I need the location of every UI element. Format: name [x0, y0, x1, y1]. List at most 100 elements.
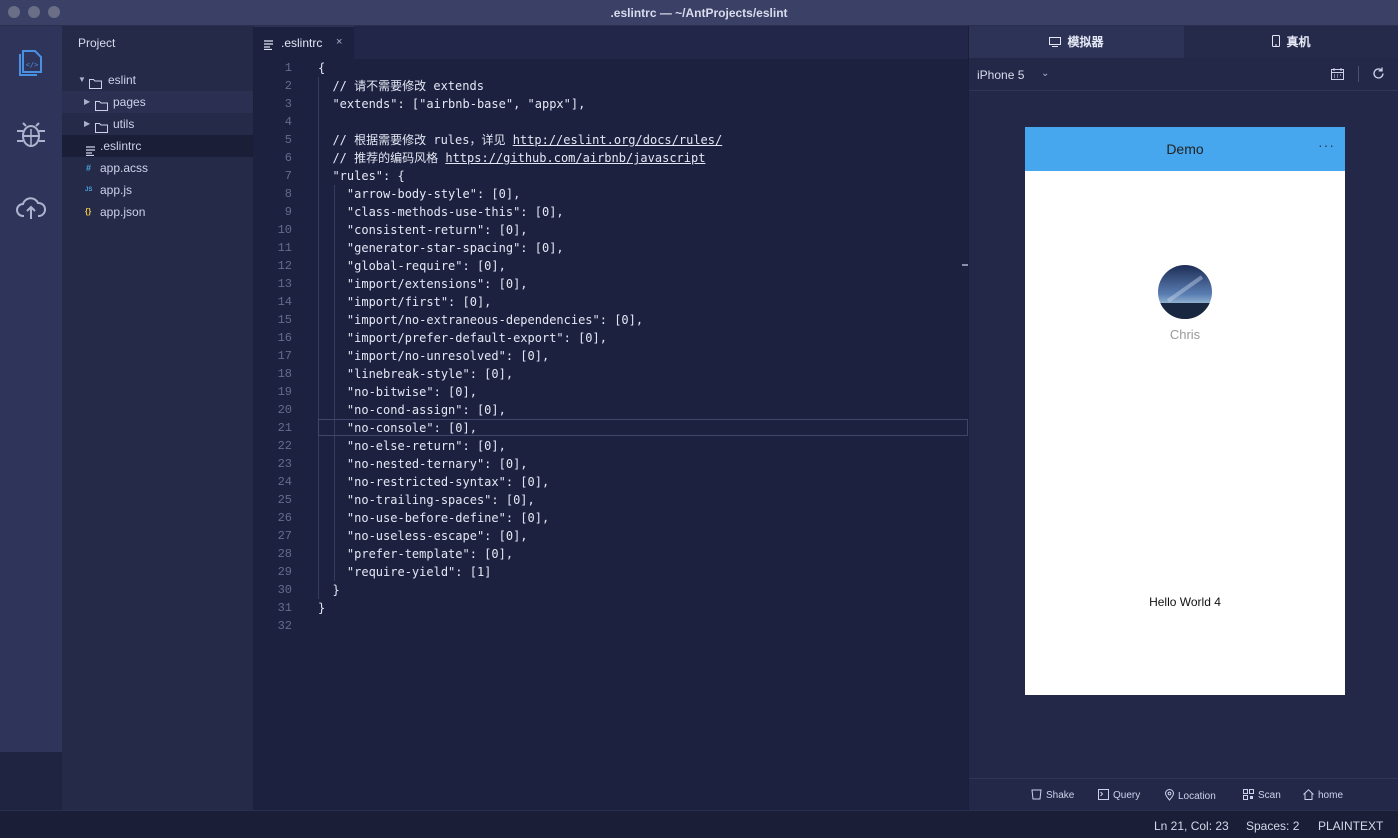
code-line: "consistent-return": [0], — [318, 223, 528, 237]
language-mode[interactable]: PLAINTEXT — [1318, 819, 1383, 833]
toolbar-divider — [1358, 66, 1359, 82]
line-number: 16 — [277, 331, 292, 345]
code-line: "no-cond-assign": [0], — [318, 403, 506, 417]
line-number: 19 — [277, 385, 292, 399]
scan-button[interactable]: Scan — [1243, 789, 1281, 801]
tab-eslintrc[interactable]: .eslintrc × — [254, 26, 354, 59]
line-number: 5 — [284, 133, 292, 147]
indentation-setting[interactable]: Spaces: 2 — [1246, 819, 1299, 833]
line-number: 15 — [277, 313, 292, 327]
more-icon[interactable]: ··· — [1318, 137, 1335, 153]
line-number: 32 — [277, 619, 292, 633]
code-line: "import/no-extraneous-dependencies": [0]… — [318, 313, 644, 327]
chevron-right-icon: ▶ — [84, 97, 91, 106]
line-number: 14 — [277, 295, 292, 309]
phone-nav-bar: Demo ··· — [1025, 127, 1345, 171]
line-number: 27 — [277, 529, 292, 543]
code-line: "prefer-template": [0], — [318, 547, 514, 561]
tree-folder-pages[interactable]: ▶ pages — [62, 91, 253, 113]
chevron-down-icon[interactable]: ⌄ — [1041, 68, 1049, 79]
code-line: "no-restricted-syntax": [0], — [318, 475, 550, 489]
cursor-position[interactable]: Ln 21, Col: 23 — [1154, 819, 1229, 833]
line-number: 26 — [277, 511, 292, 525]
code-line: "global-require": [0], — [318, 259, 506, 273]
calendar-icon[interactable] — [1331, 68, 1344, 83]
code-line: "no-else-return": [0], — [318, 439, 506, 453]
location-icon — [1164, 789, 1175, 801]
refresh-icon[interactable] — [1372, 67, 1385, 83]
line-number: 18 — [277, 367, 292, 381]
code-line: "class-methods-use-this": [0], — [318, 205, 564, 219]
activity-bar: </> — [0, 26, 62, 752]
code-line: "no-useless-escape": [0], — [318, 529, 528, 543]
simulator-toolbar: iPhone 5 ⌄ — [969, 58, 1398, 91]
cloud-upload-icon[interactable] — [15, 192, 47, 224]
line-number: 30 — [277, 583, 292, 597]
nav-title: Demo — [1166, 141, 1204, 157]
line-number: 9 — [284, 205, 292, 219]
code-link[interactable]: http://eslint.org/docs/rules/ — [513, 133, 723, 147]
line-number: 24 — [277, 475, 292, 489]
tree-file-app-js[interactable]: JS app.js — [62, 179, 253, 201]
line-number: 17 — [277, 349, 292, 363]
line-number: 31 — [277, 601, 292, 615]
home-button[interactable]: home — [1303, 789, 1343, 801]
simulator-actions: Shake Query Location Scan home — [969, 778, 1398, 810]
line-number: 11 — [277, 241, 292, 255]
location-button[interactable]: Location — [1164, 789, 1216, 802]
tree-folder-utils[interactable]: ▶ utils — [62, 113, 253, 135]
line-number: 1 — [284, 61, 292, 75]
code-files-icon[interactable]: </> — [15, 46, 47, 78]
tab-simulator[interactable]: 模拟器 — [969, 26, 1184, 58]
code-line: "arrow-body-style": [0], — [318, 187, 521, 201]
phone-screen[interactable]: Demo ··· Chris Hello World 4 — [1025, 127, 1345, 695]
code-line: "rules": { — [318, 169, 405, 183]
line-number: 7 — [284, 169, 292, 183]
simulator-panel: 模拟器 真机 iPhone 5 ⌄ Demo ··· Chris Hello W… — [968, 26, 1398, 810]
code-line: "extends": ["airbnb-base", "appx"], — [318, 97, 586, 111]
chevron-down-icon: ▼ — [78, 75, 86, 84]
monitor-icon — [1049, 37, 1062, 47]
code-line: } — [318, 583, 340, 597]
close-icon[interactable]: × — [336, 36, 342, 48]
tree-folder-eslint[interactable]: ▼ eslint — [62, 69, 253, 91]
shake-button[interactable]: Shake — [1031, 789, 1074, 801]
window-title: .eslintrc — ~/AntProjects/eslint — [610, 6, 788, 20]
home-icon — [1303, 789, 1314, 800]
code-line: "import/extensions": [0], — [318, 277, 528, 291]
qr-scan-icon — [1243, 789, 1254, 800]
line-number: 4 — [284, 115, 292, 129]
code-line: "no-use-before-define": [0], — [318, 511, 550, 525]
query-button[interactable]: Query — [1098, 789, 1140, 801]
code-line: "require-yield": [1] — [318, 565, 492, 579]
device-select[interactable]: iPhone 5 — [977, 68, 1024, 82]
avatar[interactable] — [1158, 265, 1212, 319]
code-line: "generator-star-spacing": [0], — [318, 241, 564, 255]
query-icon — [1098, 789, 1109, 800]
tab-real-device[interactable]: 真机 — [1184, 26, 1398, 58]
code-editor[interactable]: 1 2 3 4 5 6 7 8 9 10 11 12 13 14 15 16 17 18 19 20 21 22 23 24 2… — [254, 59, 968, 810]
code-line: { — [318, 61, 326, 75]
line-number: 12 — [277, 259, 292, 273]
js-file-icon: JS — [85, 187, 93, 193]
code-line: "import/prefer-default-export": [0], — [318, 331, 607, 345]
code-line: "no-trailing-spaces": [0], — [318, 493, 535, 507]
code-line: "import/first": [0], — [318, 295, 492, 309]
text-file-icon — [264, 39, 273, 53]
line-number: 20 — [277, 403, 292, 417]
tree-file-eslintrc[interactable]: .eslintrc — [62, 135, 253, 157]
code-link[interactable]: https://github.com/airbnb/javascript — [445, 151, 705, 165]
shake-icon — [1031, 789, 1042, 800]
line-number: 6 — [284, 151, 292, 165]
code-line: // 根据需要修改 rules，详见 http://eslint.org/doc… — [318, 133, 723, 147]
tree-file-app-json[interactable]: {} app.json — [62, 201, 253, 223]
line-number: 28 — [277, 547, 292, 561]
line-number: 29 — [277, 565, 292, 579]
editor-tab-bar: .eslintrc × — [254, 26, 968, 59]
line-number: 2 — [284, 79, 292, 93]
status-bar: Ln 21, Col: 23 Spaces: 2 PLAINTEXT — [0, 810, 1398, 838]
debug-bug-icon[interactable] — [15, 119, 47, 151]
tree-file-app-acss[interactable]: # app.acss — [62, 157, 253, 179]
line-number: 13 — [277, 277, 292, 291]
code-line: // 推荐的编码风格 https://github.com/airbnb/jav… — [318, 151, 706, 165]
